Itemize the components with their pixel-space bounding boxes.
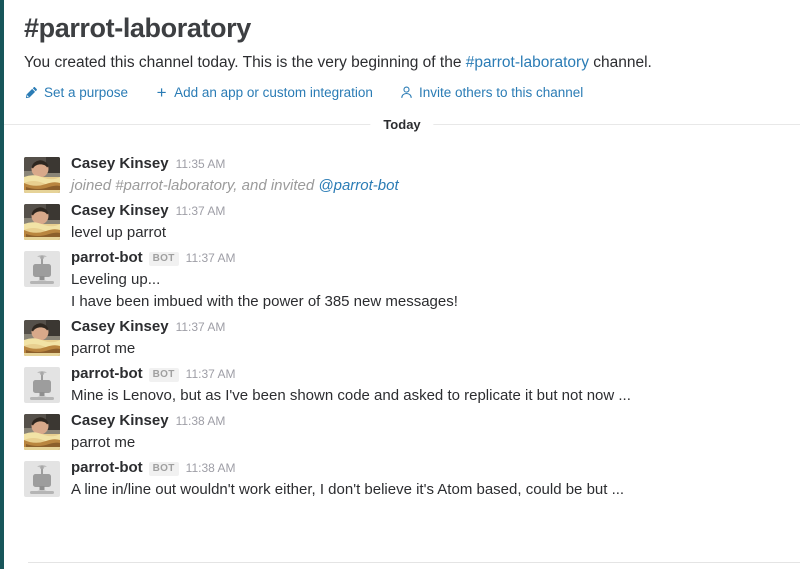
channel-description: You created this channel today. This is …: [24, 53, 780, 74]
message-row[interactable]: Casey Kinsey 11:37 AM level up parrot: [4, 199, 800, 246]
avatar-column: [24, 411, 60, 454]
channel-intro-actions: Set a purpose + Add an app or custom int…: [24, 83, 780, 103]
message-row[interactable]: Casey Kinsey 11:38 AM parrot me: [4, 409, 800, 456]
message-body: Casey Kinsey 11:35 AM joined #parrot-lab…: [60, 154, 780, 197]
message-text: joined #parrot-laboratory, and invited @…: [71, 175, 780, 197]
message-timestamp[interactable]: 11:37 AM: [186, 249, 236, 268]
avatar[interactable]: [24, 414, 60, 451]
day-divider: Today: [4, 116, 800, 146]
avatar-column: [24, 248, 60, 313]
message-row[interactable]: parrot-bot BOT 11:38 AM A line in/line o…: [4, 456, 800, 503]
message-list: Casey Kinsey 11:35 AM joined #parrot-lab…: [4, 146, 800, 503]
message-author[interactable]: Casey Kinsey: [71, 411, 169, 430]
plus-icon: +: [156, 83, 167, 103]
message-body: parrot-bot BOT 11:37 AM Leveling up... I…: [60, 248, 780, 313]
avatar-column: [24, 154, 60, 197]
invite-others-label: Invite others to this channel: [418, 85, 584, 101]
message-row[interactable]: parrot-bot BOT 11:37 AM Mine is Lenovo, …: [4, 362, 800, 409]
avatar[interactable]: [24, 367, 60, 404]
message-author[interactable]: Casey Kinsey: [71, 317, 169, 336]
bot-badge: BOT: [148, 462, 179, 477]
message-timestamp[interactable]: 11:35 AM: [176, 155, 226, 174]
person-icon: [399, 86, 414, 100]
bot-badge: BOT: [148, 368, 179, 383]
message-body: parrot-bot BOT 11:37 AM Mine is Lenovo, …: [60, 364, 780, 407]
avatar-column: [24, 317, 60, 360]
message-row[interactable]: parrot-bot BOT 11:37 AM Leveling up... I…: [4, 246, 800, 315]
avatar[interactable]: [24, 320, 60, 357]
message-author[interactable]: Casey Kinsey: [71, 201, 169, 220]
message-list-bottom-divider: [28, 562, 800, 563]
message-header: parrot-bot BOT 11:38 AM: [71, 458, 780, 478]
avatar[interactable]: [24, 157, 60, 194]
set-a-purpose-button[interactable]: Set a purpose: [24, 85, 128, 100]
message-row[interactable]: Casey Kinsey 11:35 AM joined #parrot-lab…: [4, 152, 800, 199]
message-timestamp[interactable]: 11:37 AM: [186, 365, 236, 384]
avatar-column: [24, 364, 60, 407]
add-app-label: Add an app or custom integration: [174, 85, 373, 101]
message-header: Casey Kinsey 11:37 AM: [71, 317, 780, 337]
avatar-column: [24, 201, 60, 244]
message-author[interactable]: parrot-bot: [71, 248, 143, 267]
channel-description-text-before: You created this channel today. This is …: [24, 54, 466, 72]
message-body: Casey Kinsey 11:38 AM parrot me: [60, 411, 780, 454]
bot-badge: BOT: [148, 252, 179, 267]
message-text-before: joined #parrot-laboratory, and invited: [71, 177, 319, 195]
channel-description-link[interactable]: #parrot-laboratory: [466, 54, 589, 71]
avatar[interactable]: [24, 204, 60, 241]
message-author[interactable]: Casey Kinsey: [71, 154, 169, 173]
add-app-button[interactable]: + Add an app or custom integration: [154, 83, 373, 103]
channel-content: #parrot-laboratory You created this chan…: [4, 0, 800, 569]
pencil-icon: [24, 86, 39, 100]
message-author[interactable]: parrot-bot: [71, 364, 143, 383]
avatar[interactable]: [24, 461, 60, 498]
message-header: parrot-bot BOT 11:37 AM: [71, 248, 780, 268]
message-text: Leveling up...: [71, 271, 161, 289]
message-header: Casey Kinsey 11:35 AM: [71, 154, 780, 174]
message-timestamp[interactable]: 11:38 AM: [176, 412, 226, 431]
message-row[interactable]: Casey Kinsey 11:37 AM parrot me: [4, 315, 800, 362]
message-body: Casey Kinsey 11:37 AM parrot me: [60, 317, 780, 360]
day-divider-label: Today: [370, 116, 434, 134]
message-text: parrot me: [71, 434, 136, 452]
message-text: level up parrot: [71, 224, 167, 242]
message-text-extra-line: I have been imbued with the power of 385…: [71, 293, 458, 311]
avatar-column: [24, 458, 60, 501]
slack-channel-view: #parrot-laboratory You created this chan…: [0, 0, 800, 569]
message-text: A line in/line out wouldn't work either,…: [71, 481, 625, 499]
message-author[interactable]: parrot-bot: [71, 458, 143, 477]
message-text: parrot me: [71, 340, 136, 358]
avatar[interactable]: [24, 251, 60, 288]
user-mention-link[interactable]: @parrot-bot: [318, 177, 398, 194]
invite-others-button[interactable]: Invite others to this channel: [399, 85, 583, 100]
message-timestamp[interactable]: 11:38 AM: [186, 459, 236, 478]
message-text: Mine is Lenovo, but as I've been shown c…: [71, 387, 631, 405]
message-timestamp[interactable]: 11:37 AM: [176, 318, 226, 337]
set-a-purpose-label: Set a purpose: [44, 85, 129, 101]
message-header: parrot-bot BOT 11:37 AM: [71, 364, 780, 384]
message-header: Casey Kinsey 11:38 AM: [71, 411, 780, 431]
message-body: Casey Kinsey 11:37 AM level up parrot: [60, 201, 780, 244]
page-title: #parrot-laboratory: [24, 13, 251, 43]
message-header: Casey Kinsey 11:37 AM: [71, 201, 780, 221]
channel-intro: #parrot-laboratory You created this chan…: [4, 0, 800, 103]
channel-description-text-after: channel.: [588, 54, 652, 72]
message-body: parrot-bot BOT 11:38 AM A line in/line o…: [60, 458, 780, 501]
message-timestamp[interactable]: 11:37 AM: [176, 202, 226, 221]
